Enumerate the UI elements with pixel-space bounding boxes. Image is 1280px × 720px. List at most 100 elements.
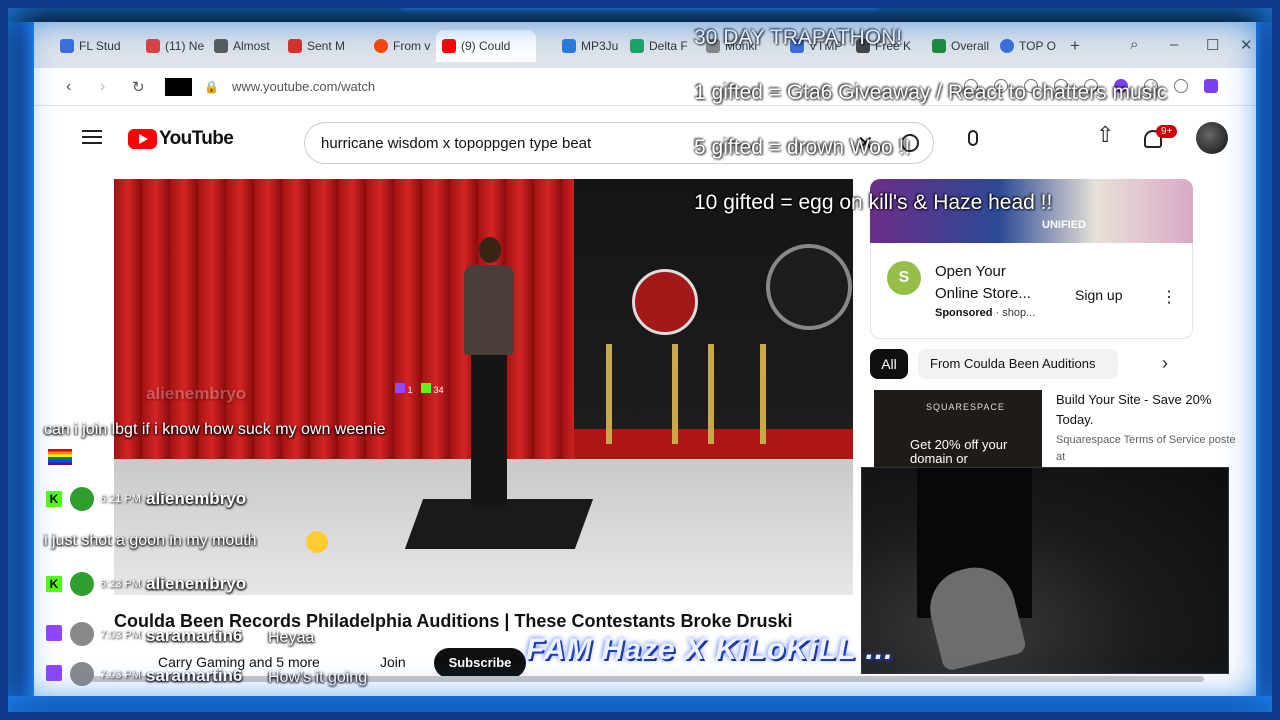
microphone-icon[interactable]: [968, 130, 978, 146]
alien-avatar-icon: [70, 572, 94, 596]
chat-username: saramartin6: [146, 666, 243, 685]
twitch-icon: [395, 383, 405, 393]
tab-favicon-icon: [1000, 39, 1014, 53]
account-avatar[interactable]: [1196, 122, 1228, 154]
stream-banner: FAM Haze X KiLoKiLL ...: [526, 633, 894, 666]
minimize-icon[interactable]: –: [1170, 36, 1178, 53]
tab-4[interactable]: From v: [374, 34, 434, 58]
chevron-right-icon[interactable]: ›: [1162, 353, 1168, 374]
chat-timestamp: 7:03 PM: [100, 629, 141, 641]
ad-title[interactable]: Open Your Online Store...: [935, 261, 1045, 305]
recommended-video-thumbnail[interactable]: SQUARESPACE Get 20% off your domain or: [874, 390, 1042, 468]
ad-sponsored-line: Sponsored · shop...: [935, 307, 1036, 319]
youtube-logo[interactable]: YouTube: [128, 128, 234, 150]
tab-favicon-icon: [146, 39, 160, 53]
thumbnail-offer-text: Get 20% off your domain or: [910, 437, 1008, 466]
tab-favicon-icon: [630, 39, 644, 53]
menu-icon[interactable]: [82, 130, 102, 144]
chat-username: alienembryo: [146, 489, 247, 508]
stream-stage: FL Stud (11) Ne Almost Sent M From v (9)…: [0, 0, 1280, 720]
goal-title: 30 DAY TRAPATHON!: [694, 26, 903, 49]
chat-message: Heyaa: [268, 629, 315, 646]
chat-username: alienembryo: [146, 384, 247, 403]
horizontal-scrollbar[interactable]: [74, 676, 1204, 682]
browser-window: FL Stud (11) Ne Almost Sent M From v (9)…: [34, 22, 1256, 696]
tab-3[interactable]: Sent M: [288, 34, 348, 58]
tab-6[interactable]: MP3Ju: [562, 34, 622, 58]
notification-badge: 9+: [1156, 125, 1178, 138]
reddit-icon: [374, 39, 388, 53]
lock-icon[interactable]: 🔒: [204, 80, 219, 94]
new-tab-icon[interactable]: +: [1070, 36, 1080, 56]
goal-line-2: 5 gifted = drown Woo !!: [694, 136, 911, 159]
chat-timestamp: 6:23 PM: [100, 578, 141, 590]
tab-2[interactable]: Almost: [214, 34, 274, 58]
tab-search-icon[interactable]: ⌕: [1130, 36, 1138, 53]
youtube-favicon-icon: [442, 39, 456, 53]
tab-label: TOP O: [1019, 39, 1056, 53]
user-avatar: [70, 622, 94, 646]
url-field[interactable]: www.youtube.com/watch: [232, 79, 375, 94]
viewer-count-badge: 1 34: [395, 383, 444, 395]
subscribe-button[interactable]: Subscribe: [434, 648, 526, 678]
ad-thumb-text: UNIFIED: [1042, 219, 1086, 231]
redacted-block: [165, 78, 192, 96]
tab-11[interactable]: Overall: [932, 34, 994, 58]
tab-bar: FL Stud (11) Ne Almost Sent M From v (9)…: [34, 22, 1256, 68]
back-icon[interactable]: ‹: [66, 78, 71, 96]
flushed-emoji-icon: [306, 531, 328, 553]
twitch-icon: [46, 625, 62, 641]
tab-label: Sent M: [307, 39, 346, 53]
tab-5-active[interactable]: (9) Could: [436, 30, 536, 62]
shopify-icon: S: [887, 261, 921, 295]
tab-0[interactable]: FL Stud: [60, 34, 130, 58]
tab-favicon-icon: [932, 39, 946, 53]
right-frame: [1254, 0, 1280, 720]
tab-label: From v: [393, 39, 431, 53]
tab-1[interactable]: (11) Ne: [146, 34, 216, 58]
top-frame: [0, 0, 1280, 22]
sign-up-button[interactable]: Sign up: [1075, 287, 1122, 303]
recommended-video-title[interactable]: Build Your Site - Save 20% Today.: [1056, 390, 1236, 430]
tab-favicon-icon: [60, 39, 74, 53]
user-avatar: [70, 662, 94, 686]
chat-message: can i join lbgt if i know how suck my ow…: [44, 421, 386, 438]
tab-favicon-icon: [214, 39, 228, 53]
extension-icon[interactable]: [1174, 79, 1188, 93]
create-upload-icon[interactable]: ⇧: [1096, 122, 1114, 148]
tab-label: MP3Ju: [581, 39, 619, 53]
youtube-play-icon: [128, 129, 157, 149]
kick-icon: K: [46, 576, 62, 592]
maximize-icon[interactable]: ☐: [1206, 36, 1219, 54]
tab-12[interactable]: TOP O: [1000, 34, 1060, 58]
join-button[interactable]: Join: [380, 654, 406, 670]
tab-7[interactable]: Delta F: [630, 34, 690, 58]
chat-username: alienembryo: [146, 574, 247, 593]
recommended-video-subtitle: Squarespace Terms of Service poste at: [1056, 434, 1236, 463]
tab-label: Almost: [233, 39, 270, 53]
tab-label: FL Stud: [79, 39, 121, 53]
kick-icon: K: [46, 491, 62, 507]
reload-icon[interactable]: ↻: [132, 78, 145, 96]
pride-flag-icon: [48, 449, 72, 465]
tab-favicon-icon: [562, 39, 576, 53]
more-options-icon[interactable]: ⋮: [1161, 287, 1177, 307]
left-frame: [0, 0, 34, 720]
forward-icon[interactable]: ›: [100, 78, 105, 96]
tab-label: (11) Ne: [165, 39, 205, 53]
ad-card[interactable]: S Open Your Online Store... Sponsored · …: [870, 243, 1193, 339]
chat-timestamp: 7:03 PM: [100, 669, 141, 681]
gmail-icon: [288, 39, 302, 53]
chat-timestamp: 6:21 PM: [100, 493, 141, 505]
twitch-icon: [46, 665, 62, 681]
search-query: hurricane wisdom x topoppgen type beat: [321, 135, 592, 152]
chip-all[interactable]: All: [870, 349, 908, 379]
tab-label: (9) Could: [461, 39, 511, 53]
coulda-been-records-logo: [766, 244, 852, 330]
goal-line-1: 1 gifted = Gta6 Giveaway / React to chat…: [694, 81, 1168, 104]
chip-from-channel[interactable]: From Coulda Been Auditions: [918, 349, 1118, 379]
chat-message: i just shot a goon in my mouth: [44, 532, 257, 549]
sidebar-toggle-icon[interactable]: [1204, 79, 1218, 93]
close-window-icon[interactable]: ✕: [1240, 36, 1253, 54]
bottom-frame: [0, 696, 1280, 720]
